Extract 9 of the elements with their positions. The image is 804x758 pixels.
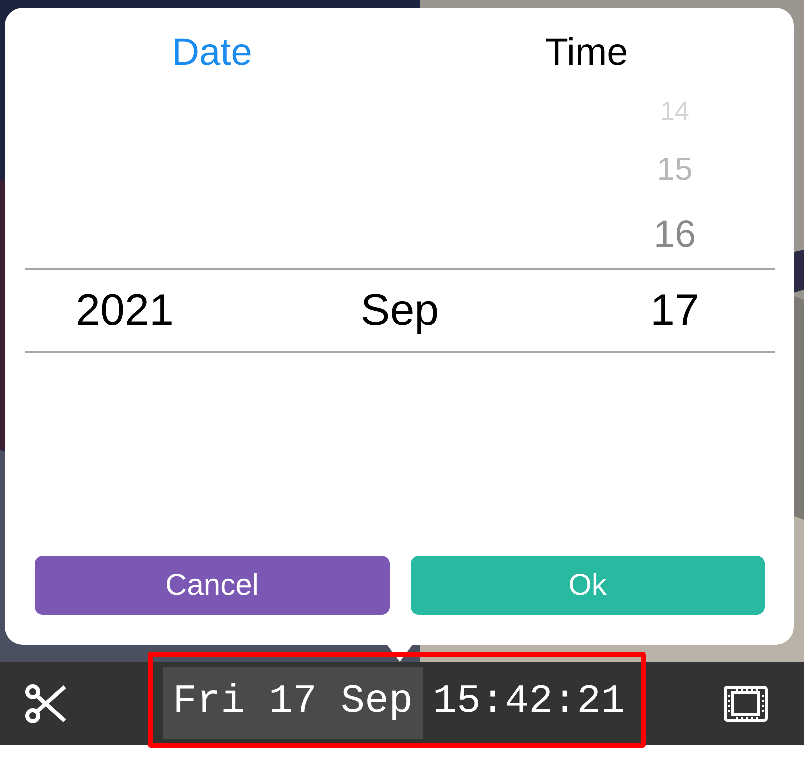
film-icon[interactable]: [724, 686, 768, 722]
selected-value[interactable]: 2021: [76, 288, 174, 332]
selected-value[interactable]: Sep: [360, 288, 440, 332]
tab[interactable]: Time: [400, 32, 774, 74]
time-display[interactable]: 15:42:21: [423, 666, 626, 738]
scissors-icon[interactable]: [25, 684, 69, 724]
cancel-button[interactable]: Cancel: [35, 556, 390, 615]
date-display[interactable]: Fri 17 Sep: [163, 666, 424, 738]
selected-value[interactable]: 17: [650, 288, 700, 332]
